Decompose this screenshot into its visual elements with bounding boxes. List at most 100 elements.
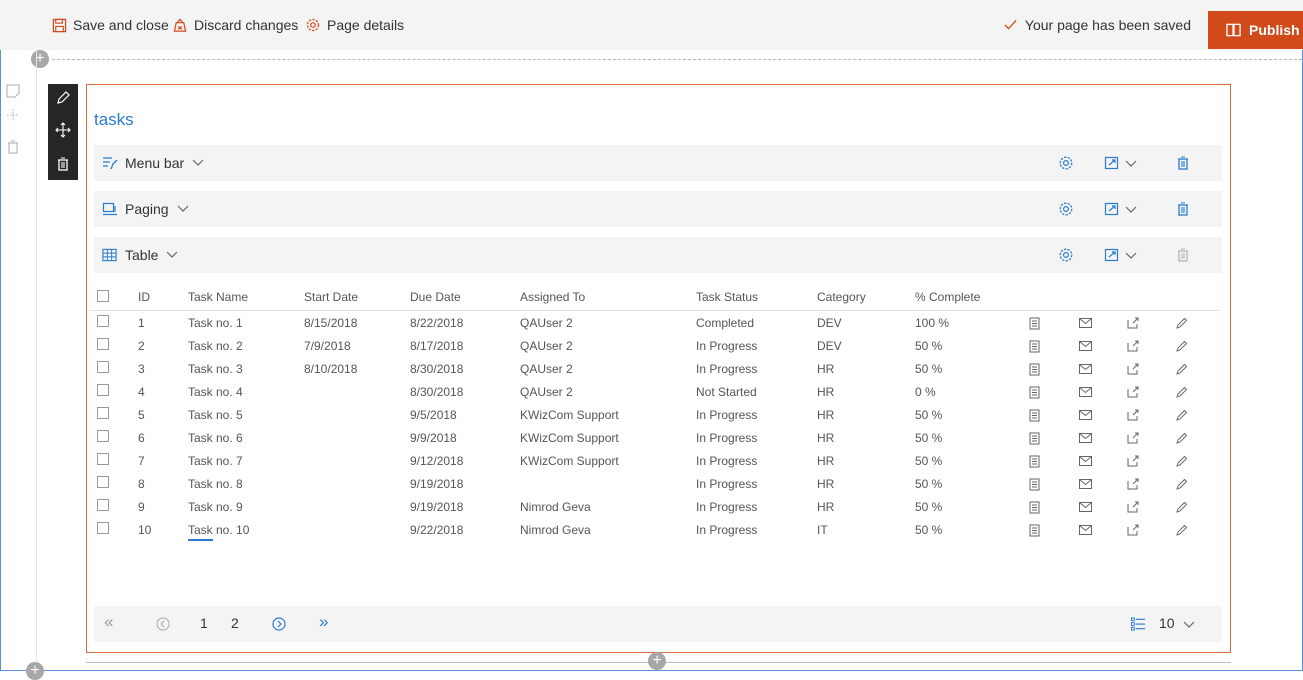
edit-pencil-icon[interactable] [1175,426,1219,449]
mail-icon[interactable] [1079,518,1127,541]
move-section-icon[interactable] [6,108,20,122]
select-all-checkbox[interactable] [90,284,138,311]
row-checkbox[interactable] [90,518,138,541]
table-row[interactable]: 1 Task no. 1 8/15/2018 8/22/2018 QAUser 2 Com… [90,311,1219,335]
table-row[interactable]: 7 Task no. 7 9/12/2018 KWizCom Support In Pr… [90,449,1219,472]
open-external-icon[interactable] [1127,403,1175,426]
row-checkbox[interactable] [90,426,138,449]
table-toggle[interactable]: Table [125,247,178,263]
document-icon[interactable] [1029,449,1079,472]
column-header-task-name[interactable]: Task Name [188,284,304,311]
page-size-select[interactable]: 10 [1159,615,1175,631]
table-row[interactable]: 10 Task no. 10 9/22/2018 Nimrod Geva In Prog… [90,518,1219,541]
column-header-id[interactable]: ID [138,284,188,311]
delete-icon[interactable] [1175,155,1191,171]
edit-webpart-icon[interactable] [55,90,71,106]
document-icon[interactable] [1029,495,1079,518]
chevron-down-icon[interactable] [1125,160,1137,168]
row-checkbox[interactable] [90,311,138,335]
chevron-down-icon[interactable] [1183,621,1195,629]
mail-icon[interactable] [1079,380,1127,403]
edit-pencil-icon[interactable] [1175,495,1219,518]
document-icon[interactable] [1029,472,1079,495]
add-section-top-icon[interactable]: + [31,50,49,68]
edit-pencil-icon[interactable] [1175,518,1219,541]
gear-icon[interactable] [1058,155,1074,171]
next-page-icon[interactable] [272,617,286,631]
mail-icon[interactable] [1079,334,1127,357]
table-row[interactable]: 4 Task no. 4 8/30/2018 QAUser 2 Not Started H… [90,380,1219,403]
open-external-icon[interactable] [1127,380,1175,403]
mail-icon[interactable] [1079,403,1127,426]
row-checkbox[interactable] [90,495,138,518]
document-icon[interactable] [1029,380,1079,403]
edit-pencil-icon[interactable] [1175,334,1219,357]
column-header-start-date[interactable]: Start Date [304,284,410,311]
column-header-percent-complete[interactable]: % Complete [915,284,1029,311]
table-row[interactable]: 5 Task no. 5 9/5/2018 KWizCom Support In Pro… [90,403,1219,426]
row-checkbox[interactable] [90,334,138,357]
save-and-close-button[interactable]: Save and close [52,14,169,36]
document-icon[interactable] [1029,518,1079,541]
row-checkbox[interactable] [90,357,138,380]
resize-icon[interactable] [1104,201,1120,217]
chevron-down-icon[interactable] [1125,206,1137,214]
resize-icon[interactable] [1104,155,1120,171]
delete-section-icon[interactable] [6,140,20,154]
delete-webpart-icon[interactable] [55,156,71,172]
mail-icon[interactable] [1079,495,1127,518]
open-external-icon[interactable] [1127,449,1175,472]
row-checkbox[interactable] [90,380,138,403]
gear-icon[interactable] [1058,247,1074,263]
page-2-link[interactable]: 2 [231,615,239,631]
open-external-icon[interactable] [1127,518,1175,541]
edit-pencil-icon[interactable] [1175,311,1219,335]
menu-bar-toggle[interactable]: Menu bar [125,155,204,171]
open-external-icon[interactable] [1127,495,1175,518]
document-icon[interactable] [1029,403,1079,426]
page-details-button[interactable]: Page details [305,14,404,36]
delete-icon[interactable] [1175,201,1191,217]
paging-toggle[interactable]: Paging [125,201,189,217]
document-icon[interactable] [1029,426,1079,449]
table-row[interactable]: 2 Task no. 2 7/9/2018 8/17/2018 QAUser 2 In P… [90,334,1219,357]
mail-icon[interactable] [1079,472,1127,495]
column-header-task-status[interactable]: Task Status [696,284,817,311]
chevron-down-icon[interactable] [1125,252,1137,260]
open-external-icon[interactable] [1127,426,1175,449]
mail-icon[interactable] [1079,449,1127,472]
row-checkbox[interactable] [90,449,138,472]
table-row[interactable]: 3 Task no. 3 8/10/2018 8/30/2018 QAUser 2 In … [90,357,1219,380]
mail-icon[interactable] [1079,426,1127,449]
edit-pencil-icon[interactable] [1175,403,1219,426]
open-external-icon[interactable] [1127,311,1175,335]
edit-pencil-icon[interactable] [1175,380,1219,403]
column-header-assigned-to[interactable]: Assigned To [520,284,696,311]
edit-pencil-icon[interactable] [1175,449,1219,472]
add-section-left-icon[interactable]: + [26,662,44,680]
last-page-icon[interactable]: » [319,612,328,632]
open-external-icon[interactable] [1127,334,1175,357]
table-row[interactable]: 9 Task no. 9 9/19/2018 Nimrod Geva In Progre… [90,495,1219,518]
page-1-link[interactable]: 1 [200,615,208,631]
column-header-due-date[interactable]: Due Date [410,284,520,311]
previous-page-icon[interactable] [156,617,170,631]
table-row[interactable]: 8 Task no. 8 9/19/2018 In Progress HR 50 % [90,472,1219,495]
row-checkbox[interactable] [90,472,138,495]
move-webpart-icon[interactable] [55,122,71,138]
table-row[interactable]: 6 Task no. 6 9/9/2018 KWizCom Support In Pro… [90,426,1219,449]
open-external-icon[interactable] [1127,472,1175,495]
open-external-icon[interactable] [1127,357,1175,380]
mail-icon[interactable] [1079,311,1127,335]
resize-icon[interactable] [1104,247,1120,263]
mail-icon[interactable] [1079,357,1127,380]
row-checkbox[interactable] [90,403,138,426]
column-header-category[interactable]: Category [817,284,915,311]
edit-section-icon[interactable] [6,84,20,98]
document-icon[interactable] [1029,311,1079,335]
gear-icon[interactable] [1058,201,1074,217]
edit-pencil-icon[interactable] [1175,357,1219,380]
document-icon[interactable] [1029,334,1079,357]
publish-button[interactable]: Publish [1208,11,1303,49]
document-icon[interactable] [1029,357,1079,380]
